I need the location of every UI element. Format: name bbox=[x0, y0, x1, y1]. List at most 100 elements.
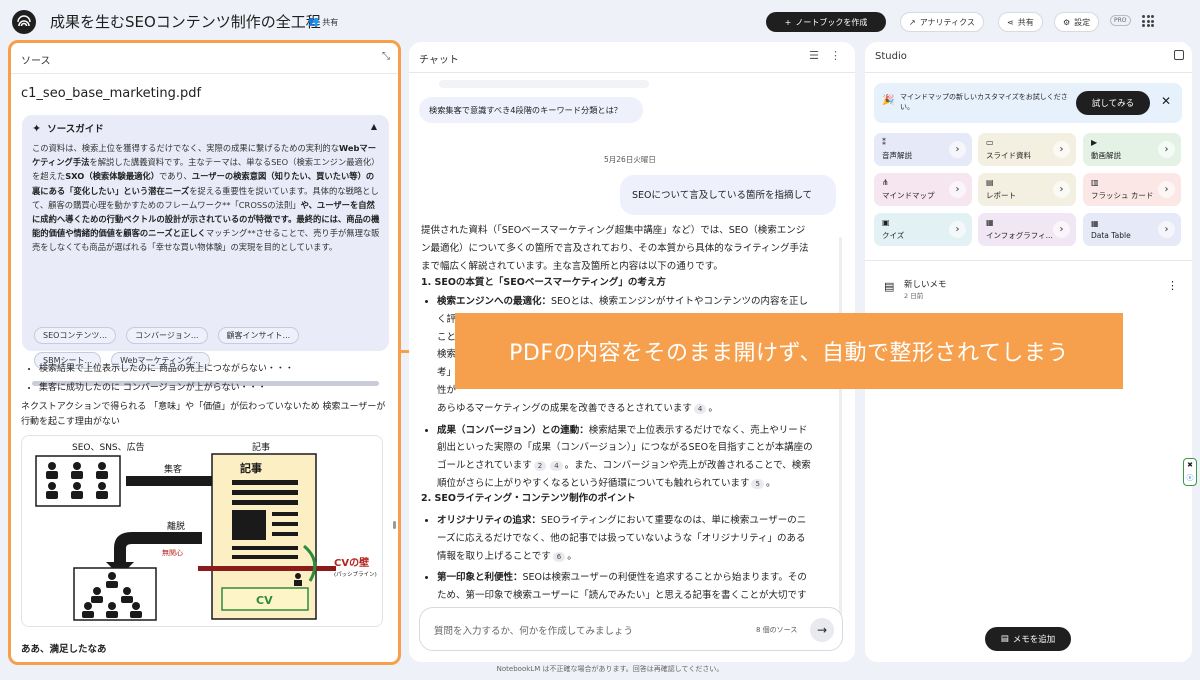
studio-card[interactable]: ▶ 動画解説 › bbox=[1083, 133, 1181, 166]
citation-chip[interactable]: 6 bbox=[552, 551, 566, 562]
chevron-up-icon[interactable]: ▲ bbox=[371, 122, 377, 131]
notebooklm-logo-icon[interactable] bbox=[12, 10, 36, 34]
topic-chip[interactable]: コンバージョン... bbox=[126, 327, 208, 344]
citation-chip[interactable]: 2 bbox=[533, 461, 547, 472]
diagram-label-article: 記事 bbox=[252, 441, 270, 453]
callout-banner: PDFの内容をそのまま開けず、自動で整形されてしまう bbox=[455, 313, 1123, 389]
diagram-label-bounce: 離脱 bbox=[167, 520, 185, 532]
settings-label: 設定 bbox=[1074, 17, 1091, 27]
list-item: オリジナリティの追求：SEOライティングにおいて重要なのは、単に検索ユーザーのニ… bbox=[437, 512, 813, 565]
assistant-intro: 提供された資料（「SEOベースマーケティング超集中講座」など）では、SEO（検索… bbox=[421, 225, 809, 272]
date-separator: 5月26日火曜日 bbox=[604, 155, 656, 164]
notebook-title[interactable]: 成果を生むSEOコンテンツ制作の全工程 bbox=[50, 11, 321, 32]
topic-chip[interactable]: 顧客インサイト... bbox=[217, 327, 300, 344]
source-header-divider bbox=[11, 73, 398, 74]
note-add-icon: ▤ bbox=[1000, 634, 1009, 644]
studio-card[interactable]: ⋔ マインドマップ › bbox=[874, 173, 972, 206]
add-note-button[interactable]: ▤ メモを追加 bbox=[985, 627, 1071, 651]
new-notebook-button[interactable]: + ノートブックを作成 bbox=[766, 12, 886, 32]
close-icon[interactable]: ✕ bbox=[1161, 94, 1171, 108]
chevron-right-icon[interactable]: › bbox=[1158, 221, 1175, 238]
more-vert-icon[interactable]: ⋮ bbox=[830, 49, 841, 62]
source-guide-summary: この資料は、検索上位を獲得するだけでなく、実際の成果に繋げるための実利的なWeb… bbox=[32, 141, 382, 255]
share-label: 共有 bbox=[1017, 17, 1034, 27]
panel-scroll-handle[interactable] bbox=[393, 521, 396, 529]
section1-title: 1. SEOの本質と「SEOベースマーケティング」の考え方 bbox=[421, 277, 666, 288]
source-guide-header[interactable]: ✦ ソースガイド bbox=[32, 121, 104, 136]
note-title[interactable]: 新しいメモ bbox=[904, 278, 947, 290]
sparkle-icon: ✦ bbox=[32, 121, 42, 135]
item-line: 検索 bbox=[437, 349, 457, 361]
chat-scrollbar[interactable] bbox=[839, 237, 842, 617]
mindmap-banner: 🎉 マインドマップの新しいカスタマイズをお試しください。 試してみる ✕ bbox=[874, 83, 1182, 123]
source-panel: ソース ⤡ c1_seo_base_marketing.pdf ✦ ソースガイド… bbox=[8, 40, 401, 665]
studio-card[interactable]: ▦ インフォグラフィ... › bbox=[978, 213, 1076, 246]
closing-text: ああ、満足したなあ bbox=[21, 644, 107, 655]
topic-chip[interactable]: SEOコンテンツ... bbox=[34, 327, 117, 344]
chat-header-divider bbox=[409, 72, 855, 73]
settings-button[interactable]: ⚙ 設定 bbox=[1054, 12, 1100, 32]
add-note-label: メモを追加 bbox=[1012, 635, 1056, 645]
chevron-right-icon[interactable]: › bbox=[1053, 181, 1070, 198]
analytics-button[interactable]: ↗ アナリティクス bbox=[900, 12, 984, 32]
analytics-label: アナリティクス bbox=[919, 17, 975, 27]
top-bar: 成果を生むSEOコンテンツ制作の全工程 👥 共有 + ノートブックを作成 ↗ ア… bbox=[0, 0, 1200, 42]
plus-icon: + bbox=[784, 17, 792, 27]
summary-segment: であり、 bbox=[159, 171, 192, 182]
party-icon: 🎉 bbox=[882, 95, 895, 106]
item-line: 性が bbox=[437, 384, 457, 396]
chevron-right-icon[interactable]: › bbox=[949, 141, 966, 158]
collapse-icon[interactable]: ⤡ bbox=[382, 51, 390, 62]
chevron-right-icon[interactable]: › bbox=[1053, 221, 1070, 238]
studio-card[interactable]: ▥ フラッシュ カード › bbox=[1083, 173, 1181, 206]
note-more-icon[interactable]: ⋮ bbox=[1167, 279, 1178, 292]
apps-grid-icon[interactable] bbox=[1142, 15, 1154, 27]
citation-chip[interactable]: 4 bbox=[693, 403, 707, 414]
source-guide: ✦ ソースガイド ▲ この資料は、検索上位を獲得するだけでなく、実際の成果に繋げ… bbox=[22, 115, 389, 386]
studio-card[interactable]: ▤ レポート › bbox=[978, 173, 1076, 206]
previous-message-fade bbox=[439, 80, 649, 88]
tune-icon[interactable]: ☰ bbox=[809, 49, 819, 62]
trend-icon: ↗ bbox=[909, 17, 916, 27]
footer-disclaimer: NotebookLM は不正確な場合があります。回答は再確認してください。 bbox=[496, 665, 724, 673]
note-icon: ▤ bbox=[884, 280, 895, 293]
side-extension-icon[interactable]: ✖ ⓔ bbox=[1183, 458, 1197, 486]
sidebar-toggle-icon[interactable] bbox=[1174, 50, 1184, 60]
people-icon: 👥 bbox=[308, 17, 320, 27]
summary-segment: この資料は、検索上位を獲得するだけでなく、実際の成果に繋げるための実利的な bbox=[32, 143, 339, 153]
studio-card[interactable]: ▦ Data Table › bbox=[1083, 213, 1181, 246]
item-head: 検索エンジンへの最適化： bbox=[437, 296, 552, 307]
citation-chip[interactable]: 4 bbox=[550, 461, 563, 472]
diagram-label-traffic: 集客 bbox=[164, 463, 182, 475]
chevron-right-icon[interactable]: › bbox=[949, 221, 966, 238]
source-guide-title: ソースガイド bbox=[47, 124, 104, 135]
diagram-label-indifferent: 無関心 bbox=[162, 548, 183, 557]
studio-card[interactable]: ▣ クイズ › bbox=[874, 213, 972, 246]
studio-divider bbox=[865, 260, 1192, 261]
citation-chip[interactable]: 5 bbox=[751, 478, 764, 489]
item-head: 第一印象と利便性： bbox=[437, 572, 523, 584]
try-it-button[interactable]: 試してみる bbox=[1076, 91, 1150, 115]
chevron-right-icon[interactable]: › bbox=[1158, 141, 1175, 158]
chat-input[interactable]: 質問を入力するか、何かを作成してみましょう bbox=[434, 623, 633, 637]
item-head: 成果（コンバージョン）との連動： bbox=[437, 424, 589, 436]
list-item: 集客に成功したのに コンバージョンが上がらない・・・ bbox=[39, 379, 294, 398]
summary-segment: SXO（検索体験最適化） bbox=[65, 171, 160, 182]
studio-card[interactable]: ▭ スライド資料 › bbox=[978, 133, 1076, 166]
share-button[interactable]: ⋖ 共有 bbox=[998, 12, 1043, 32]
shared-chip: 👥 共有 bbox=[308, 14, 338, 30]
source-count: 8 個のソース bbox=[756, 626, 798, 634]
item-line: 考」 bbox=[437, 367, 457, 379]
banner-text: マインドマップの新しいカスタマイズをお試しください。 bbox=[900, 93, 1068, 111]
chevron-right-icon[interactable]: › bbox=[949, 181, 966, 198]
chevron-right-icon[interactable]: › bbox=[1158, 181, 1175, 198]
chevron-right-icon[interactable]: › bbox=[1053, 141, 1070, 158]
gear-icon: ⚙ bbox=[1063, 17, 1071, 27]
send-arrow-icon[interactable]: → bbox=[810, 618, 834, 642]
item-line: あらゆるマーケティングの成果を改善できるとされています bbox=[437, 402, 692, 414]
item-head: オリジナリティの追求： bbox=[437, 515, 541, 526]
cv-wall-label: CVの壁 bbox=[334, 556, 369, 569]
chat-panel-title: チャット bbox=[419, 55, 459, 66]
funnel-diagram: SEO、SNS、広告 記事 集客 記事 離脱 無関心 CVの壁 (パッシブライン… bbox=[21, 435, 383, 627]
studio-card[interactable]: ⁑ 音声解説 › bbox=[874, 133, 972, 166]
